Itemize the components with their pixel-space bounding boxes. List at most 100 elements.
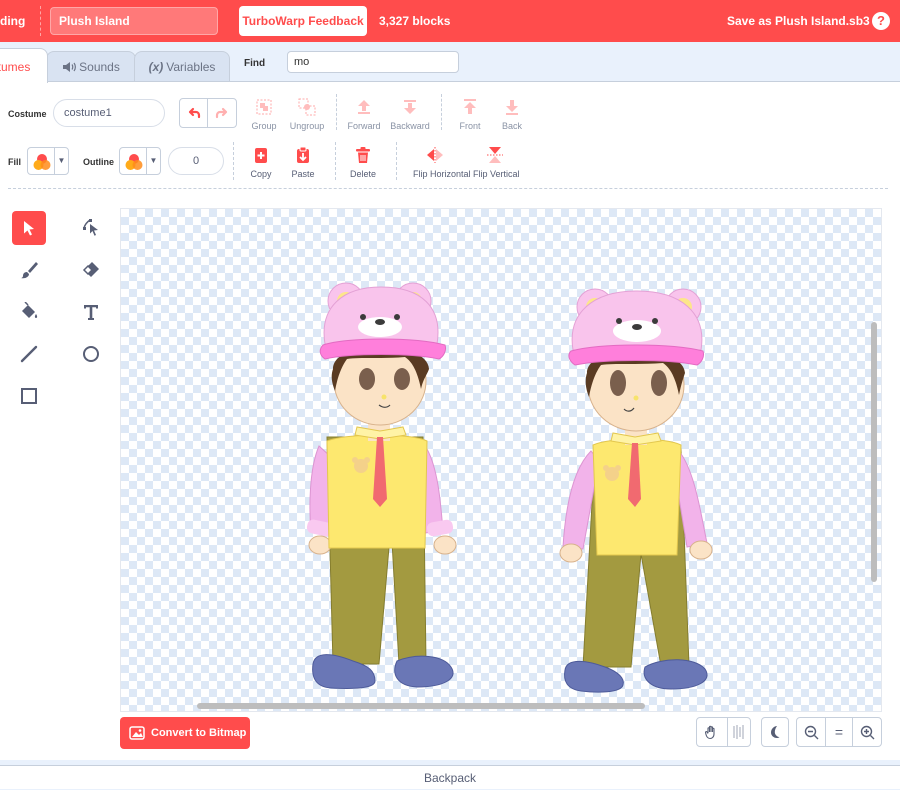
backpack-label: Backpack: [423, 771, 477, 785]
flip-vertical-button[interactable]: Flip Vertical: [473, 145, 520, 179]
toolbar-divider: [396, 142, 397, 180]
zoom-reset-button[interactable]: =: [825, 717, 853, 747]
character-left: [306, 282, 457, 689]
fill-label: Fill: [8, 157, 21, 167]
tab-sounds-label: Sounds: [79, 60, 120, 74]
find-label: Find: [244, 58, 266, 69]
select-icon: [24, 221, 34, 236]
tabs-row: tumes Sounds (x) Variables Find mo: [0, 42, 900, 83]
copy-label: Copy: [250, 169, 272, 179]
backward-icon: [404, 100, 416, 114]
toolbar-divider: [336, 94, 337, 130]
moon-icon: [771, 726, 780, 738]
backward-button[interactable]: Backward: [388, 97, 432, 131]
block-count: 3,327 blocks: [379, 14, 451, 28]
fill-tool[interactable]: [12, 295, 46, 329]
rectangle-tool[interactable]: [12, 379, 46, 413]
reshape-icon: [83, 219, 98, 236]
undo-icon: [188, 107, 200, 119]
convert-to-bitmap-button[interactable]: Convert to Bitmap: [120, 717, 250, 749]
rectangle-icon: [21, 388, 37, 404]
flip-vertical-label: Flip Vertical: [473, 169, 520, 179]
paste-label: Paste: [291, 169, 315, 179]
tab-costumes-label: tumes: [0, 60, 31, 74]
find-input[interactable]: mo: [287, 51, 459, 73]
delete-label: Delete: [349, 169, 376, 179]
back-icon: [506, 100, 518, 115]
trash-icon: [356, 147, 370, 163]
circle-icon: [83, 346, 99, 362]
snap-lines-icon: [733, 725, 744, 739]
color-swatch-icon: [125, 154, 143, 170]
select-tool[interactable]: [12, 211, 46, 245]
flip-horizontal-button[interactable]: Flip Horizontal: [413, 145, 471, 179]
outline-color-picker[interactable]: ▼: [119, 147, 161, 175]
brush-tool[interactable]: [12, 253, 46, 287]
paste-icon: [297, 146, 309, 163]
paste-button[interactable]: Paste: [281, 145, 325, 179]
speaker-icon: [63, 62, 77, 72]
line-icon: [20, 345, 38, 363]
paint-editor: Costume costume1 Group Ungroup Forward B…: [0, 81, 900, 760]
line-tool[interactable]: [12, 337, 46, 371]
undo-redo-group: [179, 98, 237, 128]
backward-label: Backward: [390, 121, 430, 131]
text-tool[interactable]: [74, 295, 108, 329]
hand-icon: [704, 725, 715, 740]
toolbar-divider: [441, 94, 442, 130]
delete-button[interactable]: Delete: [341, 145, 385, 179]
zoom-out-button[interactable]: [796, 717, 826, 747]
flip-horizontal-icon: [427, 147, 443, 163]
costume-label: Costume: [8, 109, 47, 119]
flip-horizontal-label: Flip Horizontal: [413, 169, 471, 179]
tab-costumes[interactable]: tumes: [0, 48, 48, 83]
color-swatch-icon: [33, 154, 51, 170]
save-button[interactable]: Save as Plush Island.sb3: [727, 14, 870, 28]
forward-button[interactable]: Forward: [342, 97, 386, 131]
costume-artwork: [306, 282, 713, 693]
outline-width-input[interactable]: 0: [168, 147, 224, 175]
zoom-out-icon: [804, 725, 818, 739]
theme-toggle-button[interactable]: [761, 717, 789, 747]
front-icon: [464, 99, 476, 114]
drawing-canvas[interactable]: [120, 208, 882, 712]
feedback-button[interactable]: TurboWarp Feedback: [239, 6, 367, 36]
reshape-tool[interactable]: [74, 211, 108, 245]
group-label: Group: [251, 121, 277, 131]
flip-vertical-icon: [487, 147, 503, 163]
vertical-scrollbar[interactable]: [871, 322, 877, 582]
redo-button[interactable]: [208, 99, 236, 127]
back-button[interactable]: Back: [490, 97, 534, 131]
project-title-input[interactable]: Plush Island: [50, 7, 218, 35]
group-button[interactable]: Group: [242, 97, 286, 131]
menu-item-cut[interactable]: ding: [0, 14, 25, 28]
undo-button[interactable]: [180, 99, 209, 127]
help-icon[interactable]: ?: [872, 12, 890, 30]
fill-color-picker[interactable]: ▼: [27, 147, 69, 175]
zoom-in-button[interactable]: [852, 717, 882, 747]
snap-button[interactable]: [727, 717, 751, 747]
menu-bar: ding Plush Island TurboWarp Feedback 3,3…: [0, 0, 900, 42]
ungroup-icon: [298, 98, 316, 116]
front-button[interactable]: Front: [448, 97, 492, 131]
costume-name-input[interactable]: costume1: [53, 99, 165, 127]
back-label: Back: [501, 121, 522, 131]
horizontal-scrollbar[interactable]: [197, 703, 645, 709]
circle-tool[interactable]: [74, 337, 108, 371]
chevron-down-icon: ▼: [54, 148, 68, 174]
forward-icon: [358, 100, 370, 114]
toolbar-divider: [233, 142, 234, 180]
tab-variables[interactable]: (x) Variables: [134, 51, 230, 83]
fill-bucket-icon: [22, 302, 38, 318]
backpack-header[interactable]: Backpack: [0, 765, 900, 789]
image-icon: [129, 726, 145, 740]
tab-variables-label: Variables: [166, 60, 216, 74]
copy-button[interactable]: Copy: [239, 145, 283, 179]
tab-sounds[interactable]: Sounds: [46, 51, 136, 83]
chevron-down-icon: ▼: [146, 148, 160, 174]
pan-button[interactable]: [696, 717, 728, 747]
outline-label: Outline: [83, 157, 114, 167]
ungroup-label: Ungroup: [289, 121, 325, 131]
eraser-tool[interactable]: [74, 253, 108, 287]
ungroup-button[interactable]: Ungroup: [285, 97, 329, 131]
